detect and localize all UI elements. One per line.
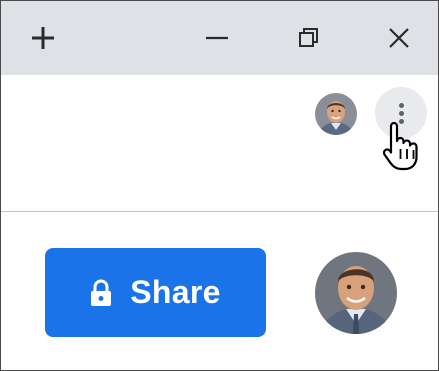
browser-window: Share [0, 0, 439, 371]
restore-button[interactable] [283, 1, 335, 75]
restore-icon [299, 28, 318, 47]
three-dot-vertical-icon [398, 102, 404, 108]
profile-photo [315, 252, 397, 334]
profile-avatar-large[interactable] [315, 252, 397, 334]
minimize-button[interactable] [191, 1, 243, 75]
hand-pointer-cursor-icon [382, 121, 418, 171]
profile-photo [315, 93, 357, 135]
title-bar [1, 1, 438, 75]
plus-icon [32, 27, 54, 49]
page-content: Share [1, 212, 438, 370]
close-icon [389, 28, 409, 48]
new-tab-button[interactable] [19, 1, 67, 75]
minimize-icon [206, 36, 228, 40]
close-button[interactable] [373, 1, 425, 75]
browser-toolbar [1, 75, 438, 212]
lock-icon [91, 278, 112, 306]
profile-avatar[interactable] [315, 93, 357, 135]
share-label: Share [130, 274, 221, 310]
share-button[interactable]: Share [45, 248, 266, 337]
